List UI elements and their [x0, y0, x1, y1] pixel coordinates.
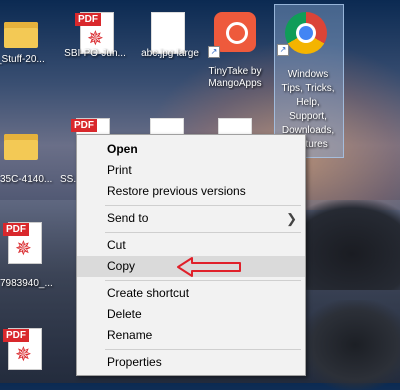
annotation-arrow-icon [177, 257, 241, 277]
menu-item-delete[interactable]: Delete [77, 304, 305, 325]
menu-item-rename[interactable]: Rename [77, 325, 305, 346]
menu-item-restore-previous-versions[interactable]: Restore previous versions [77, 181, 305, 202]
menu-item-open[interactable]: Open [77, 139, 305, 160]
desktop-icon-label: _Stuff-20... [0, 54, 45, 65]
menu-separator [105, 349, 301, 350]
desktop-icon-label: 7983940_... [0, 278, 53, 289]
chrome-icon [285, 12, 327, 54]
menu-item-print[interactable]: Print [77, 160, 305, 181]
chevron-right-icon: ❯ [286, 211, 297, 226]
folder-icon [4, 22, 38, 48]
desktop-icon-label: TinyTake by MangoApps [208, 66, 262, 89]
desktop-icon-pdf[interactable]: PDF ✵ 7983940_... [0, 222, 60, 292]
context-menu: Open Print Restore previous versions Sen… [76, 134, 306, 376]
menu-separator [105, 280, 301, 281]
desktop-icon-pdf[interactable]: PDF ✵ [0, 328, 60, 383]
folder-icon [4, 134, 38, 160]
menu-item-create-shortcut[interactable]: Create shortcut [77, 283, 305, 304]
desktop-icon-tinytake[interactable]: ↗ TinyTake by MangoApps [200, 8, 270, 98]
menu-item-cut[interactable]: Cut [77, 235, 305, 256]
wallpaper-rocks [300, 300, 400, 390]
pdf-icon: PDF ✵ [3, 328, 42, 370]
menu-item-properties[interactable]: Properties [77, 352, 305, 373]
tinytake-icon [214, 12, 256, 52]
desktop-icon-folder[interactable]: _Stuff-20... [0, 8, 56, 68]
shortcut-arrow-icon: ↗ [277, 44, 289, 56]
pdf-icon: PDF ✵ [3, 222, 42, 264]
desktop-icon-label: 35C-4140... [0, 174, 53, 185]
menu-item-send-to[interactable]: Send to ❯ [77, 208, 305, 229]
desktop-icon-label: abc.jpg-large [141, 48, 199, 59]
shortcut-arrow-icon: ↗ [208, 46, 220, 58]
desktop-icon-pdf[interactable]: PDF ✵ SBI-PO-Jun... [60, 8, 130, 68]
menu-separator [105, 205, 301, 206]
desktop-icon-image[interactable]: abc.jpg-large [135, 8, 205, 68]
desktop-icon-folder[interactable]: 35C-4140... [0, 118, 56, 188]
desktop-icon-label: SBI-PO-Jun... [64, 48, 126, 59]
menu-separator [105, 232, 301, 233]
